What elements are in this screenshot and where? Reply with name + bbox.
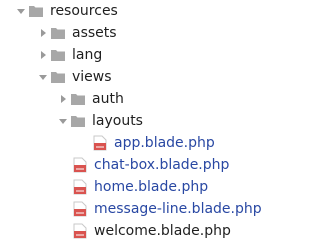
chevron-right-icon[interactable] bbox=[56, 88, 70, 110]
tree-item-label: auth bbox=[92, 91, 124, 107]
tree-item-message-line[interactable]: message-line.blade.php bbox=[72, 198, 262, 220]
tree-item-views[interactable]: views bbox=[36, 66, 112, 88]
tree-item-label: assets bbox=[72, 25, 117, 41]
tree-item-welcome[interactable]: welcome.blade.php bbox=[72, 220, 231, 242]
tree-item-home[interactable]: home.blade.php bbox=[72, 176, 208, 198]
tree-item-label: home.blade.php bbox=[94, 179, 209, 195]
php-file-icon bbox=[72, 223, 88, 239]
tree-item-auth[interactable]: auth bbox=[56, 88, 124, 110]
tree-item-label: app.blade.php bbox=[114, 135, 215, 151]
tree-item-label: views bbox=[72, 69, 112, 85]
tree-item-label: lang bbox=[72, 47, 103, 63]
tree-item-app-blade[interactable]: app.blade.php bbox=[92, 132, 215, 154]
php-file-icon bbox=[72, 201, 88, 217]
chevron-right-icon[interactable] bbox=[36, 22, 50, 44]
folder-icon bbox=[50, 69, 66, 85]
tree-item-resources[interactable]: resources bbox=[14, 0, 118, 22]
chevron-down-icon[interactable] bbox=[36, 66, 50, 88]
tree-item-chat-box[interactable]: chat-box.blade.php bbox=[72, 154, 229, 176]
php-file-icon bbox=[72, 157, 88, 173]
tree-item-lang[interactable]: lang bbox=[36, 44, 102, 66]
tree-item-label: welcome.blade.php bbox=[94, 223, 231, 239]
tree-item-label: layouts bbox=[92, 113, 143, 129]
tree-item-label: chat-box.blade.php bbox=[94, 157, 230, 173]
tree-item-label: message-line.blade.php bbox=[94, 201, 262, 217]
folder-icon bbox=[50, 47, 66, 63]
tree-item-label: resources bbox=[50, 3, 118, 19]
folder-icon bbox=[28, 3, 44, 19]
php-file-icon bbox=[92, 135, 108, 151]
chevron-down-icon[interactable] bbox=[14, 0, 28, 22]
folder-icon bbox=[50, 25, 66, 41]
php-file-icon bbox=[72, 179, 88, 195]
folder-icon bbox=[70, 113, 86, 129]
tree-item-layouts[interactable]: layouts bbox=[56, 110, 143, 132]
chevron-down-icon[interactable] bbox=[56, 110, 70, 132]
folder-icon bbox=[70, 91, 86, 107]
chevron-right-icon[interactable] bbox=[36, 44, 50, 66]
tree-item-assets[interactable]: assets bbox=[36, 22, 117, 44]
